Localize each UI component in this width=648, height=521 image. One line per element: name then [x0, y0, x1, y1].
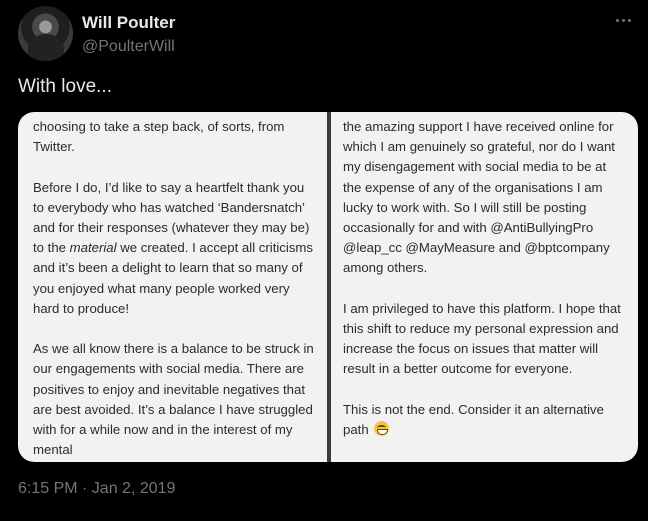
right-paragraph-2: I am privileged to have this platform. I… — [343, 300, 621, 377]
right-paragraph-3: This is not the end. Consider it an alte… — [343, 400, 626, 440]
notes-screenshot-right: the amazing support I have received onli… — [331, 112, 638, 462]
emphasized-word: material — [69, 240, 117, 256]
left-paragraph-2: Before I do, I’d like to say a heartfelt… — [33, 178, 315, 319]
tweet-timestamp[interactable]: 6:15 PM · Jan 2, 2019 — [18, 480, 175, 498]
left-paragraph-1: choosing to take a step back, of sorts, … — [33, 119, 285, 155]
tweet-media-image[interactable]: choosing to take a step back, of sorts, … — [18, 112, 638, 462]
display-name[interactable]: Will Poulter — [82, 13, 175, 33]
tweet-text: With love... — [18, 76, 112, 97]
left-paragraph-3: As we all know there is a balance to be … — [33, 341, 314, 458]
tweet-header: Will Poulter @PoulterWill — [18, 6, 638, 66]
user-handle[interactable]: @PoulterWill — [82, 38, 175, 56]
grinning-face-emoji-icon — [374, 421, 390, 437]
avatar[interactable] — [18, 6, 73, 61]
more-dots-icon[interactable] — [612, 14, 634, 26]
notes-screenshot-left: choosing to take a step back, of sorts, … — [18, 112, 327, 462]
right-paragraph-1: the amazing support I have received onli… — [343, 119, 615, 276]
